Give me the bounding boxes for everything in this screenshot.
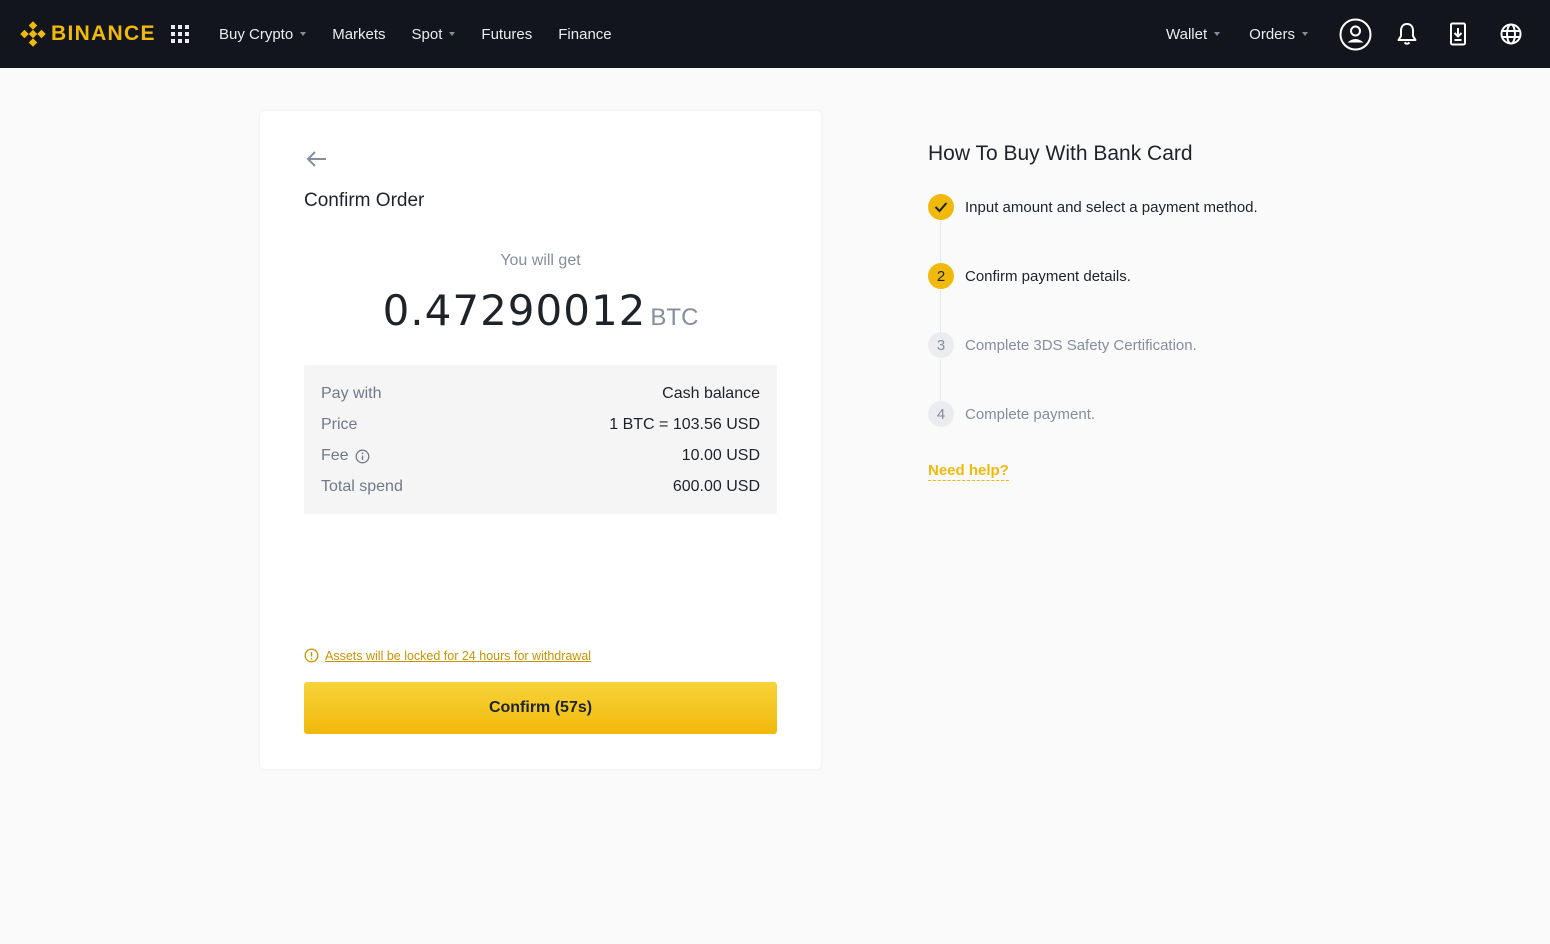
nav-item-finance[interactable]: Finance [558, 26, 611, 43]
step-connector [940, 359, 941, 401]
detail-label: Pay with [321, 385, 382, 402]
amount-display: 0.47290012 BTC [260, 286, 821, 335]
nav-item-markets[interactable]: Markets [332, 26, 385, 43]
nav-menu: Buy Crypto Markets Spot Futures Finance [219, 0, 638, 68]
need-help-link[interactable]: Need help? [928, 462, 1009, 481]
checkmark-icon [928, 194, 954, 220]
step-2: 2 Confirm payment details. [928, 263, 1131, 289]
detail-row-fee: Fee 10.00 USD [321, 444, 760, 468]
binance-logo[interactable]: BINANCE [20, 19, 156, 49]
detail-label: Fee [321, 447, 349, 464]
card-title: Confirm Order [304, 190, 425, 211]
user-profile-button[interactable] [1339, 18, 1372, 51]
nav-item-label: Wallet [1166, 25, 1208, 43]
notifications-button[interactable] [1396, 22, 1418, 46]
step-text: Confirm payment details. [965, 267, 1131, 285]
caret-down-icon [300, 32, 307, 36]
binance-logo-icon [20, 21, 46, 47]
step-text: Input amount and select a payment method… [965, 198, 1258, 216]
nav-right: Wallet Orders [1166, 0, 1550, 68]
detail-row-pay-with: Pay with Cash balance [321, 382, 760, 406]
nav-item-futures[interactable]: Futures [481, 26, 532, 43]
top-navbar: BINANCE Buy Crypto Markets Spot Futures … [0, 0, 1550, 68]
detail-label: Total spend [321, 478, 403, 495]
detail-row-price: Price 1 BTC = 103.56 USD [321, 413, 760, 437]
nav-item-label: Markets [332, 25, 386, 43]
language-button[interactable] [1500, 23, 1522, 45]
detail-label: Price [321, 416, 358, 433]
info-icon[interactable] [355, 449, 370, 464]
step-number: 2 [928, 263, 954, 289]
nav-item-spot[interactable]: Spot [412, 26, 456, 43]
nav-item-buy-crypto[interactable]: Buy Crypto [219, 25, 307, 43]
step-connector [940, 290, 941, 332]
step-text: Complete payment. [965, 405, 1096, 423]
nav-item-label: Futures [481, 25, 533, 43]
step-4: 4 Complete payment. [928, 401, 1095, 427]
bell-icon [1397, 23, 1417, 45]
step-text: Complete 3DS Safety Certification. [965, 336, 1197, 354]
detail-value: 600.00 USD [672, 478, 760, 495]
warning-link-text: Assets will be locked for 24 hours for w… [325, 648, 592, 663]
crypto-unit: BTC [650, 304, 699, 331]
caret-down-icon [1302, 32, 1308, 36]
fee-label-group: Fee [321, 447, 370, 465]
howto-title: How To Buy With Bank Card [928, 142, 1193, 165]
detail-value: 10.00 USD [681, 447, 760, 464]
step-1: Input amount and select a payment method… [928, 194, 1258, 220]
nav-item-label: Buy Crypto [219, 25, 294, 43]
nav-item-label: Spot [411, 25, 443, 43]
download-icon [1450, 22, 1466, 46]
user-profile-icon [1339, 18, 1372, 50]
globe-icon [1500, 23, 1522, 45]
order-details-box: Pay with Cash balance Price 1 BTC = 103.… [304, 365, 777, 514]
warning-icon [304, 648, 319, 663]
apps-grid-icon[interactable] [170, 24, 190, 44]
step-number: 4 [928, 401, 954, 427]
download-app-button[interactable] [1449, 22, 1467, 46]
confirm-order-card: Confirm Order You will get 0.47290012 BTC… [260, 111, 821, 769]
detail-value: 1 BTC = 103.56 USD [609, 416, 760, 433]
confirm-button[interactable]: Confirm (57s) [304, 682, 777, 734]
nav-item-orders[interactable]: Orders [1249, 26, 1308, 43]
nav-item-label: Orders [1249, 25, 1295, 43]
caret-down-icon [1214, 32, 1221, 36]
step-3: 3 Complete 3DS Safety Certification. [928, 332, 1197, 358]
detail-row-total-spend: Total spend 600.00 USD [321, 475, 760, 499]
detail-value: Cash balance [662, 385, 760, 402]
asset-lock-warning[interactable]: Assets will be locked for 24 hours for w… [304, 648, 591, 663]
nav-item-label: Finance [558, 25, 612, 43]
step-connector [940, 221, 941, 263]
caret-down-icon [449, 32, 456, 36]
crypto-amount: 0.47290012 [382, 286, 647, 335]
you-will-get-label: You will get [500, 252, 581, 269]
step-number: 3 [928, 332, 954, 358]
nav-item-wallet[interactable]: Wallet [1166, 25, 1221, 43]
back-arrow-icon[interactable] [304, 146, 330, 172]
logo-text: BINANCE [51, 22, 156, 45]
